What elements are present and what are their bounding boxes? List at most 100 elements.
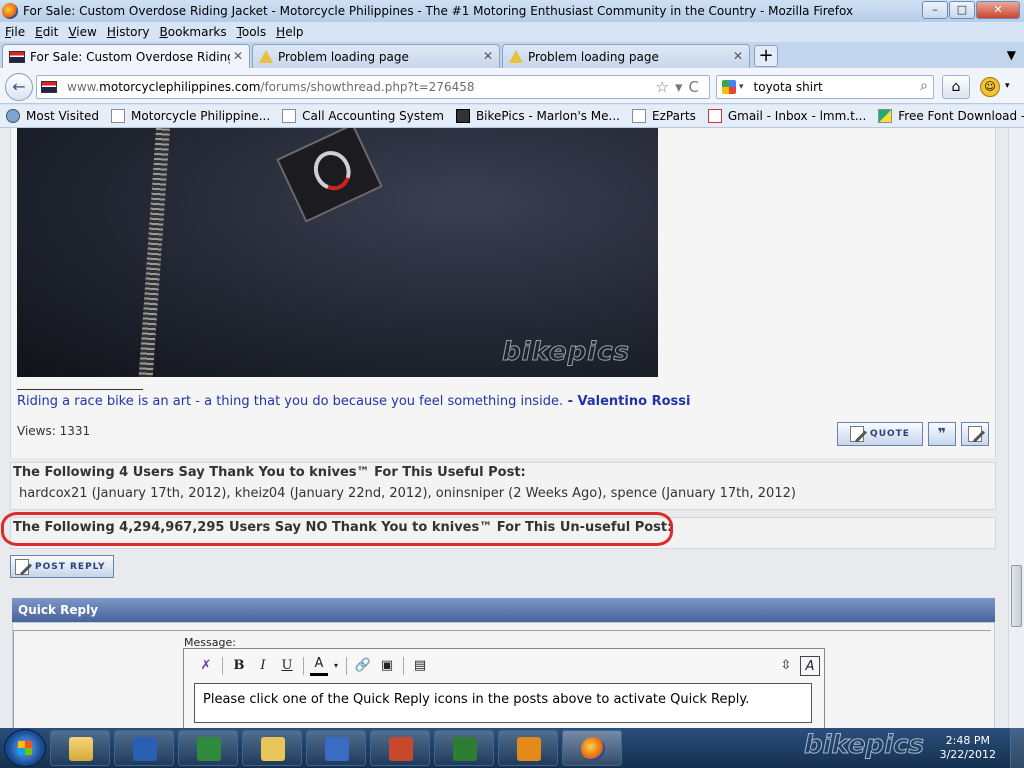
new-tab-button[interactable]: + bbox=[754, 45, 778, 67]
search-bar[interactable]: ▾ toyota shirt ⌕ bbox=[716, 75, 934, 99]
taskbar-game[interactable] bbox=[434, 730, 494, 766]
jacket-photo[interactable]: bikepics bbox=[17, 128, 658, 377]
taskbar-explorer[interactable] bbox=[50, 730, 110, 766]
tab-label: Problem loading page bbox=[528, 49, 659, 64]
bookmark-gmail[interactable]: Gmail - Inbox - lmm.t... bbox=[707, 109, 866, 123]
site-identity-icon[interactable] bbox=[41, 81, 57, 93]
bookmark-most-visited[interactable]: Most Visited bbox=[6, 109, 99, 123]
quick-reply-button[interactable] bbox=[961, 422, 989, 446]
font-site-icon bbox=[878, 109, 893, 123]
resize-editor-icon[interactable]: ⇳ bbox=[776, 656, 796, 676]
menu-file[interactable]: File bbox=[0, 25, 30, 39]
addon-smiley-icon[interactable]: ☺ bbox=[980, 77, 1000, 97]
menu-tools[interactable]: Tools bbox=[232, 25, 272, 39]
game-icon bbox=[453, 737, 477, 761]
powerpoint-icon bbox=[389, 737, 413, 761]
maximize-button[interactable]: □ bbox=[949, 1, 975, 19]
tab-for-sale[interactable]: For Sale: Custom Overdose Riding Jac... … bbox=[2, 44, 250, 68]
font-color-button[interactable]: A bbox=[310, 656, 328, 676]
insert-image-icon[interactable]: ▣ bbox=[377, 656, 397, 676]
taskbar: bikepics 2:48 PM 3/22/2012 bbox=[0, 728, 1024, 768]
back-button[interactable]: ← bbox=[5, 73, 33, 101]
taskbar-word[interactable] bbox=[114, 730, 174, 766]
signature: Riding a race bike is an art - a thing t… bbox=[17, 394, 691, 409]
menu-help[interactable]: Help bbox=[271, 25, 308, 39]
search-input[interactable]: toyota shirt bbox=[754, 80, 823, 94]
signature-divider bbox=[17, 389, 143, 390]
menu-bookmarks[interactable]: Bookmarks bbox=[155, 25, 232, 39]
firefox-icon bbox=[581, 737, 605, 761]
taskbar-firefox[interactable] bbox=[562, 730, 622, 766]
tab-label: For Sale: Custom Overdose Riding Jac... bbox=[30, 49, 230, 64]
window-controls: – □ ✕ bbox=[921, 1, 1020, 19]
insert-link-icon[interactable]: 🔗 bbox=[353, 656, 373, 676]
remove-format-icon[interactable]: ✗ bbox=[196, 656, 216, 676]
italic-button[interactable]: I bbox=[253, 656, 273, 676]
jacket-label-tag bbox=[276, 128, 383, 223]
tab-close-icon[interactable]: ✕ bbox=[233, 49, 243, 63]
bookmark-bikepics[interactable]: BikePics - Marlon's Me... bbox=[455, 109, 620, 123]
tab-problem-loading-2[interactable]: Problem loading page ✕ bbox=[502, 44, 750, 68]
search-icon[interactable]: ⌕ bbox=[920, 78, 928, 94]
menu-view[interactable]: View bbox=[63, 25, 101, 39]
quote-button[interactable]: QUOTE bbox=[837, 422, 923, 446]
menu-edit[interactable]: Edit bbox=[30, 25, 63, 39]
tab-close-icon[interactable]: ✕ bbox=[483, 49, 493, 63]
search-engine-chevron-icon[interactable]: ▾ bbox=[739, 82, 744, 92]
excel-icon bbox=[197, 737, 221, 761]
clock-date: 3/22/2012 bbox=[939, 748, 996, 761]
quick-reply-header: Quick Reply bbox=[12, 598, 995, 622]
message-textarea[interactable]: Please click one of the Quick Reply icon… bbox=[194, 683, 812, 723]
toolbar-separator bbox=[403, 657, 404, 675]
home-button[interactable]: ⌂ bbox=[942, 75, 970, 99]
taskbar-excel[interactable] bbox=[178, 730, 238, 766]
taskbar-project[interactable] bbox=[306, 730, 366, 766]
zipper-detail bbox=[137, 128, 171, 377]
taskbar-outlook[interactable] bbox=[242, 730, 302, 766]
red-highlight-circle bbox=[1, 512, 673, 546]
minimize-button[interactable]: – bbox=[922, 1, 948, 19]
show-desktop-button[interactable] bbox=[1010, 728, 1024, 768]
bookmark-motorcycle-philippines[interactable]: Motorcycle Philippine... bbox=[111, 109, 270, 123]
pencil-icon bbox=[968, 426, 982, 442]
bookmark-ezparts[interactable]: EzParts bbox=[632, 109, 696, 123]
toolbar-separator bbox=[303, 657, 304, 675]
multiquote-button[interactable]: ❞ bbox=[928, 422, 956, 446]
underline-button[interactable]: U bbox=[277, 656, 297, 676]
title-bar: For Sale: Custom Overdose Riding Jacket … bbox=[0, 0, 1024, 22]
url-text[interactable]: www.motorcyclephilippines.com/forums/sho… bbox=[67, 80, 474, 94]
font-color-chevron-icon[interactable]: ▾ bbox=[332, 656, 340, 676]
bookmark-star-reload-icon[interactable]: ☆▾C bbox=[656, 78, 705, 96]
close-window-button[interactable]: ✕ bbox=[976, 1, 1020, 19]
google-search-engine-icon[interactable] bbox=[722, 80, 736, 94]
thanks-user-list[interactable]: hardcox21 (January 17th, 2012), kheiz04 … bbox=[11, 482, 995, 505]
site-favicon-icon bbox=[111, 109, 126, 123]
views-count: Views: 1331 bbox=[17, 424, 91, 438]
taskbar-powerpoint[interactable] bbox=[370, 730, 430, 766]
insert-quote-icon[interactable]: ▤ bbox=[410, 656, 430, 676]
bookmarks-bar: Most Visited Motorcycle Philippine... Ca… bbox=[0, 105, 1024, 128]
tab-close-icon[interactable]: ✕ bbox=[733, 49, 743, 63]
page-scrollbar[interactable] bbox=[1008, 128, 1024, 728]
menu-history[interactable]: History bbox=[102, 25, 155, 39]
post-reply-button[interactable]: POST REPLY bbox=[10, 555, 114, 578]
site-favicon-icon bbox=[9, 50, 25, 63]
url-bar[interactable]: www.motorcyclephilippines.com/forums/sho… bbox=[36, 75, 710, 99]
taskbar-media-player[interactable] bbox=[498, 730, 558, 766]
tab-list-chevron-icon[interactable]: ▼ bbox=[1007, 48, 1016, 62]
tab-problem-loading-1[interactable]: Problem loading page ✕ bbox=[252, 44, 500, 68]
addon-chevron-icon[interactable]: ▾ bbox=[1005, 81, 1010, 91]
toolbar-separator bbox=[222, 657, 223, 675]
bookmark-call-accounting[interactable]: Call Accounting System bbox=[282, 109, 444, 123]
clock[interactable]: 2:48 PM 3/22/2012 bbox=[940, 734, 996, 762]
toolbar-separator bbox=[346, 657, 347, 675]
bookmark-free-font[interactable]: Free Font Download - ... bbox=[878, 109, 1024, 123]
start-button[interactable] bbox=[4, 729, 46, 767]
scrollbar-thumb[interactable] bbox=[1011, 565, 1022, 627]
gmail-icon bbox=[707, 109, 722, 123]
switch-editor-mode-button[interactable]: A bbox=[800, 656, 820, 676]
page-content: bikepics Riding a race bike is an art - … bbox=[0, 128, 1008, 728]
bold-button[interactable]: B bbox=[229, 656, 249, 676]
folder-icon bbox=[69, 737, 93, 761]
forum-post: bikepics Riding a race bike is an art - … bbox=[10, 128, 996, 458]
